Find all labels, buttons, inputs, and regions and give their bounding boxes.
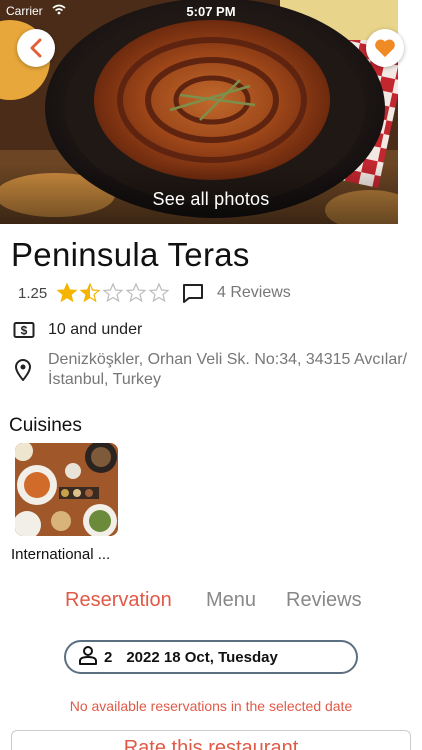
star-icon xyxy=(149,283,170,303)
cuisine-image xyxy=(15,443,118,536)
star-rating xyxy=(57,283,172,303)
dollar-icon: $ xyxy=(13,321,35,344)
status-bar: Carrier 5:07 PM xyxy=(0,0,422,22)
reservation-date: 2022 18 Oct, Tuesday xyxy=(126,648,278,666)
star-icon xyxy=(103,283,124,303)
star-icon xyxy=(126,283,147,303)
cuisines-heading: Cuisines xyxy=(9,415,82,436)
restaurant-name: Peninsula Teras xyxy=(11,236,250,273)
tab-menu[interactable]: Menu xyxy=(206,589,256,612)
reviews-count-link[interactable]: 4 Reviews xyxy=(217,284,291,302)
reservation-selector[interactable]: 2 2022 18 Oct, Tuesday xyxy=(64,640,358,674)
back-button[interactable] xyxy=(17,29,55,67)
rating-row: 1.25 xyxy=(18,282,172,304)
cuisine-card[interactable] xyxy=(15,443,118,536)
svg-text:$: $ xyxy=(21,324,28,338)
tab-reviews[interactable]: Reviews xyxy=(286,589,362,612)
favorite-button[interactable] xyxy=(366,29,404,67)
person-icon xyxy=(78,645,98,670)
heart-icon xyxy=(375,39,395,58)
price-range: 10 and under xyxy=(48,321,143,338)
no-availability-message: No available reservations in the selecte… xyxy=(69,698,353,714)
tab-reservation[interactable]: Reservation xyxy=(65,589,172,612)
cuisine-label: International ... xyxy=(11,546,111,563)
comment-icon[interactable] xyxy=(181,282,205,309)
guest-count: 2 xyxy=(104,648,113,666)
status-time: 5:07 PM xyxy=(186,4,236,19)
back-chevron-icon xyxy=(30,38,42,58)
rating-value: 1.25 xyxy=(18,284,48,302)
address[interactable]: Denizköşkler, Orhan Veli Sk. No:34, 3431… xyxy=(48,350,408,390)
detail-tabs: Reservation Menu Reviews xyxy=(0,589,422,615)
see-all-photos-link[interactable]: See all photos xyxy=(0,189,398,210)
rate-restaurant-button[interactable]: Rate this restaurant xyxy=(11,730,411,750)
hero-photo[interactable]: See all photos xyxy=(0,0,398,224)
star-icon xyxy=(57,283,78,303)
star-icon xyxy=(80,283,101,303)
location-pin-icon xyxy=(13,359,33,386)
